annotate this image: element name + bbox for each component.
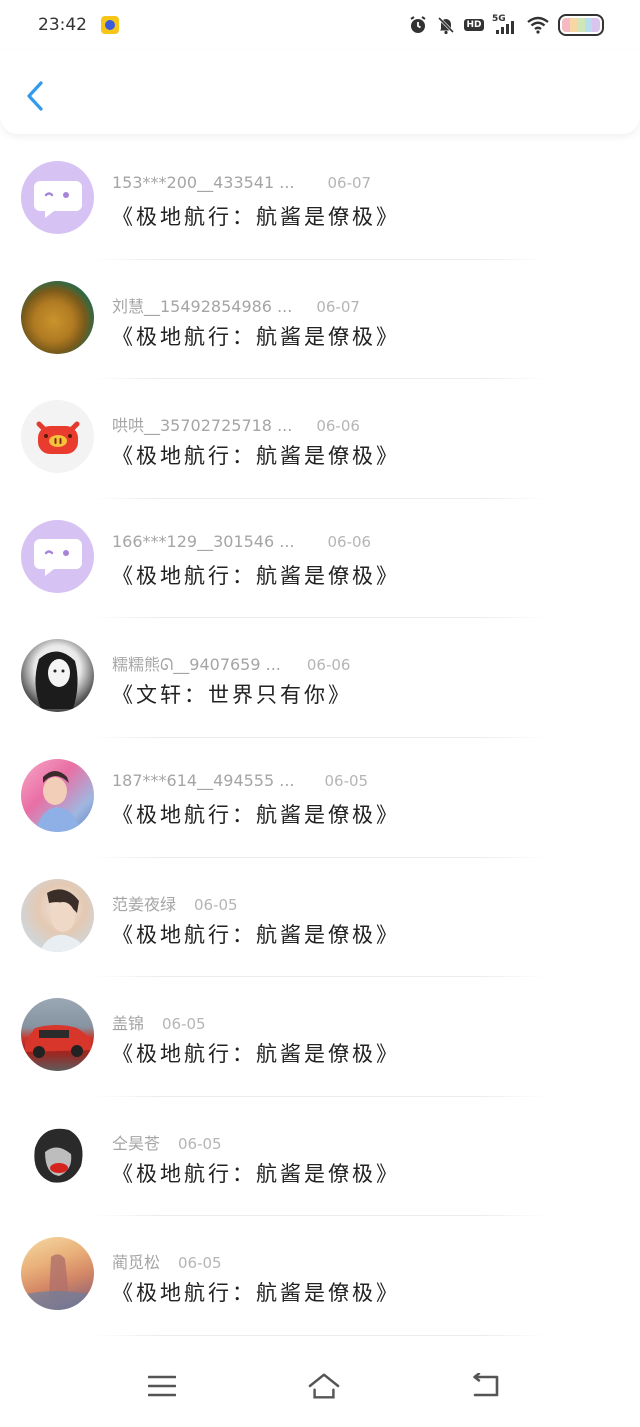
item-text: 糯糯熊ᘏ__9407659 ... 06-06 《文轩：世界只有你》 xyxy=(112,651,600,709)
item-meta: 仝昊苍 06-05 xyxy=(112,1130,600,1153)
item-meta: 盖锦 06-05 xyxy=(112,1010,600,1034)
date: 06-07 xyxy=(327,174,372,192)
book-title: 《极地航行：航酱是僚极》 xyxy=(112,205,400,229)
username: 糯糯熊ᘏ__9407659 ... xyxy=(112,655,281,675)
item-meta: 蔺觅松 06-05 xyxy=(112,1249,600,1273)
pig-avatar xyxy=(21,400,94,474)
date: 06-05 xyxy=(178,1254,222,1273)
5g-signal-icon: 5G xyxy=(492,14,518,34)
item-text: 153***200__433541 ... 06-07 《极地航行：航酱是僚极》 xyxy=(112,173,600,231)
book-title: 《极地航行：航酱是僚极》 xyxy=(112,1042,400,1067)
home-button[interactable] xyxy=(308,1370,340,1402)
face-red-lips-avatar xyxy=(21,1117,94,1191)
person-pink-avatar xyxy=(21,758,94,832)
screen: 23:42 HD 5G 153***200__433541 ... 06-07 … xyxy=(0,0,640,1427)
list-item[interactable]: 盖锦 06-05 《极地航行：航酱是僚极》 xyxy=(0,977,640,1097)
date: 06-05 xyxy=(324,771,369,790)
date: 06-07 xyxy=(316,297,360,316)
username: 187***614__494555 ... xyxy=(112,770,295,790)
item-text: 187***614__494555 ... 06-05 《极地航行：航酱是僚极》 xyxy=(112,771,600,829)
list-item[interactable]: 166***129__301546 ... 06-06 《极地航行：航酱是僚极》 xyxy=(0,499,640,619)
list-item[interactable]: 哄哄__35702725718 ... 06-06 《极地航行：航酱是僚极》 xyxy=(0,379,640,499)
menu-button[interactable] xyxy=(146,1370,178,1402)
status-right: HD 5G xyxy=(408,14,604,36)
date: 06-06 xyxy=(306,656,351,675)
hd-label: HD xyxy=(464,19,484,31)
list-item[interactable]: 糯糯熊ᘏ__9407659 ... 06-06 《文轩：世界只有你》 xyxy=(0,618,640,738)
red-car-avatar xyxy=(21,998,94,1072)
username: 刘慧__15492854986 ... xyxy=(112,296,293,316)
battery-icon xyxy=(558,14,604,36)
username: 仝昊苍 xyxy=(112,1133,161,1153)
back-button[interactable] xyxy=(20,78,50,114)
home-icon xyxy=(308,1373,340,1399)
app-icon xyxy=(101,16,119,34)
item-meta: 哄哄__35702725718 ... 06-06 xyxy=(112,412,600,436)
status-left: 23:42 xyxy=(38,15,119,35)
list-item[interactable]: 范姜夜绿 06-05 《极地航行：航酱是僚极》 xyxy=(0,858,640,978)
item-text: 盖锦 06-05 《极地航行：航酱是僚极》 xyxy=(112,1010,600,1068)
username: 范姜夜绿 xyxy=(112,894,177,914)
username: 蔺觅松 xyxy=(112,1253,161,1273)
item-meta: 范姜夜绿 06-05 xyxy=(112,891,600,914)
date: 06-05 xyxy=(162,1015,206,1034)
status-bar: 23:42 HD 5G xyxy=(0,0,640,50)
item-text: 蔺觅松 06-05 《极地航行：航酱是僚极》 xyxy=(112,1249,600,1307)
date: 06-05 xyxy=(178,1134,222,1153)
wifi-icon xyxy=(526,16,550,34)
book-title: 《文轩：世界只有你》 xyxy=(112,683,352,708)
date: 06-05 xyxy=(194,895,238,914)
divider xyxy=(92,1334,548,1336)
item-meta: 187***614__494555 ... 06-05 xyxy=(112,771,600,793)
username: 盖锦 xyxy=(112,1014,145,1034)
book-title: 《极地航行：航酱是僚极》 xyxy=(112,1161,400,1186)
record-list: 153***200__433541 ... 06-07 《极地航行：航酱是僚极》… xyxy=(0,140,640,1336)
item-meta: 糯糯熊ᘏ__9407659 ... 06-06 xyxy=(112,651,600,675)
item-text: 范姜夜绿 06-05 《极地航行：航酱是僚极》 xyxy=(112,891,600,949)
girl-illustration-avatar xyxy=(21,639,94,713)
header-bar xyxy=(0,50,640,134)
book-title: 《极地航行：航酱是僚极》 xyxy=(112,922,400,947)
list-item[interactable]: 153***200__433541 ... 06-07 《极地航行：航酱是僚极》 xyxy=(0,140,640,260)
book-title: 《极地航行：航酱是僚极》 xyxy=(112,802,400,827)
boy-portrait-avatar xyxy=(21,878,94,952)
hd-icon: HD xyxy=(464,16,484,34)
list-item[interactable]: 仝昊苍 06-05 《极地航行：航酱是僚极》 xyxy=(0,1097,640,1217)
list-item[interactable]: 蔺觅松 06-05 《极地航行：航酱是僚极》 xyxy=(0,1216,640,1336)
mute-icon xyxy=(436,16,456,35)
menu-icon xyxy=(148,1375,176,1397)
date: 06-06 xyxy=(327,532,372,551)
item-meta: 153***200__433541 ... 06-07 xyxy=(112,173,600,195)
golden-swirl-avatar xyxy=(21,280,94,354)
system-nav-bar xyxy=(0,1345,640,1427)
chat-bubble-avatar xyxy=(21,161,94,234)
back-icon xyxy=(473,1373,499,1397)
chevron-left-icon xyxy=(27,81,43,111)
item-meta: 166***129__301546 ... 06-06 xyxy=(112,532,600,554)
list-item[interactable]: 刘慧__15492854986 ... 06-07 《极地航行：航酱是僚极》 xyxy=(0,260,640,380)
username: 哄哄__35702725718 ... xyxy=(112,416,293,436)
sunset-avatar xyxy=(21,1237,94,1311)
item-text: 刘慧__15492854986 ... 06-07 《极地航行：航酱是僚极》 xyxy=(112,293,600,351)
item-text: 166***129__301546 ... 06-06 《极地航行：航酱是僚极》 xyxy=(112,532,600,590)
item-text: 仝昊苍 06-05 《极地航行：航酱是僚极》 xyxy=(112,1130,600,1188)
status-time: 23:42 xyxy=(38,15,87,35)
list-item[interactable]: 187***614__494555 ... 06-05 《极地航行：航酱是僚极》 xyxy=(0,738,640,858)
book-title: 《极地航行：航酱是僚极》 xyxy=(112,444,400,469)
book-title: 《极地航行：航酱是僚极》 xyxy=(112,1281,400,1306)
back-nav-button[interactable] xyxy=(470,1370,502,1402)
book-title: 《极地航行：航酱是僚极》 xyxy=(112,324,400,349)
item-text: 哄哄__35702725718 ... 06-06 《极地航行：航酱是僚极》 xyxy=(112,412,600,470)
book-title: 《极地航行：航酱是僚极》 xyxy=(112,563,400,588)
item-meta: 刘慧__15492854986 ... 06-07 xyxy=(112,293,600,316)
username: 153***200__433541 ... xyxy=(112,173,295,192)
username: 166***129__301546 ... xyxy=(112,531,295,551)
alarm-icon xyxy=(408,16,428,34)
network-label: 5G xyxy=(492,14,506,24)
chat-bubble-avatar xyxy=(21,519,94,593)
date: 06-06 xyxy=(316,417,360,436)
